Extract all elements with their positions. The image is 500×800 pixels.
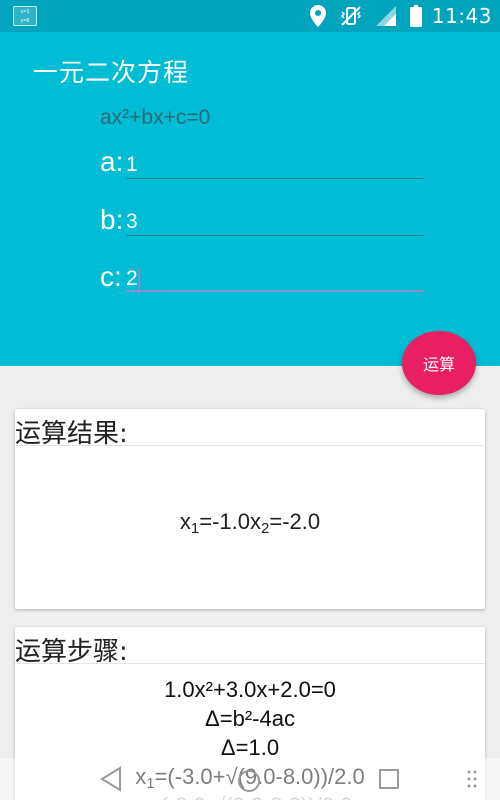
coef-b-underline (126, 235, 424, 236)
x2-value: =-2.0 (269, 509, 321, 534)
x1-subscript: 1 (190, 520, 200, 537)
calculate-button[interactable]: 运算 (402, 331, 476, 395)
calculate-button-label: 运算 (422, 355, 455, 374)
coef-c-input[interactable]: 2 (126, 267, 138, 291)
app-icon-line2: y=0 (20, 18, 30, 24)
app-notification-icon: x=1 y=0 (13, 6, 37, 26)
coef-a-underline (126, 178, 424, 179)
x1-value: =-1.0 (199, 509, 250, 534)
coef-c-label: c: (100, 261, 122, 292)
coef-a-label: a: (100, 146, 124, 177)
x2-symbol: x (250, 509, 261, 534)
battery-icon (409, 5, 422, 27)
location-icon (309, 5, 326, 27)
steps-card-divider (15, 663, 485, 664)
result-card: 运算结果: x1=-1.0x2=-2.0 (15, 409, 485, 609)
back-icon[interactable] (100, 766, 122, 796)
coef-a-input[interactable]: 1 (126, 153, 138, 177)
step-line: 1.0x²+3.0x+2.0=0 (164, 677, 336, 702)
x1-symbol: x (179, 509, 191, 534)
step-line: Δ=b²-4ac (205, 706, 295, 731)
status-time: 11:43 (431, 4, 492, 28)
result-text: x1=-1.0x2=-2.0 (15, 509, 485, 537)
signal-icon (375, 6, 396, 26)
coef-b-label: b: (100, 204, 124, 235)
result-card-divider (15, 445, 485, 446)
status-bar: x=1 y=0 11:43 (0, 0, 500, 32)
recent-apps-icon[interactable] (378, 768, 400, 794)
coef-c-underline (126, 290, 424, 292)
equation-label: ax²+bx+c=0 (100, 106, 211, 129)
menu-dots-icon[interactable] (466, 768, 478, 794)
vibrate-off-icon (340, 5, 362, 27)
status-icons: 11:43 (309, 0, 492, 32)
app-icon-line1: x=1 (20, 9, 30, 15)
app-screen: x=1 y=0 11:43 一元二次方程 ax²+bx+c=0 a: 1 b: … (0, 0, 500, 800)
navigation-bar (0, 758, 500, 800)
coef-b-input[interactable]: 3 (126, 210, 138, 234)
app-title: 一元二次方程 (33, 58, 190, 87)
home-icon[interactable] (236, 768, 262, 798)
